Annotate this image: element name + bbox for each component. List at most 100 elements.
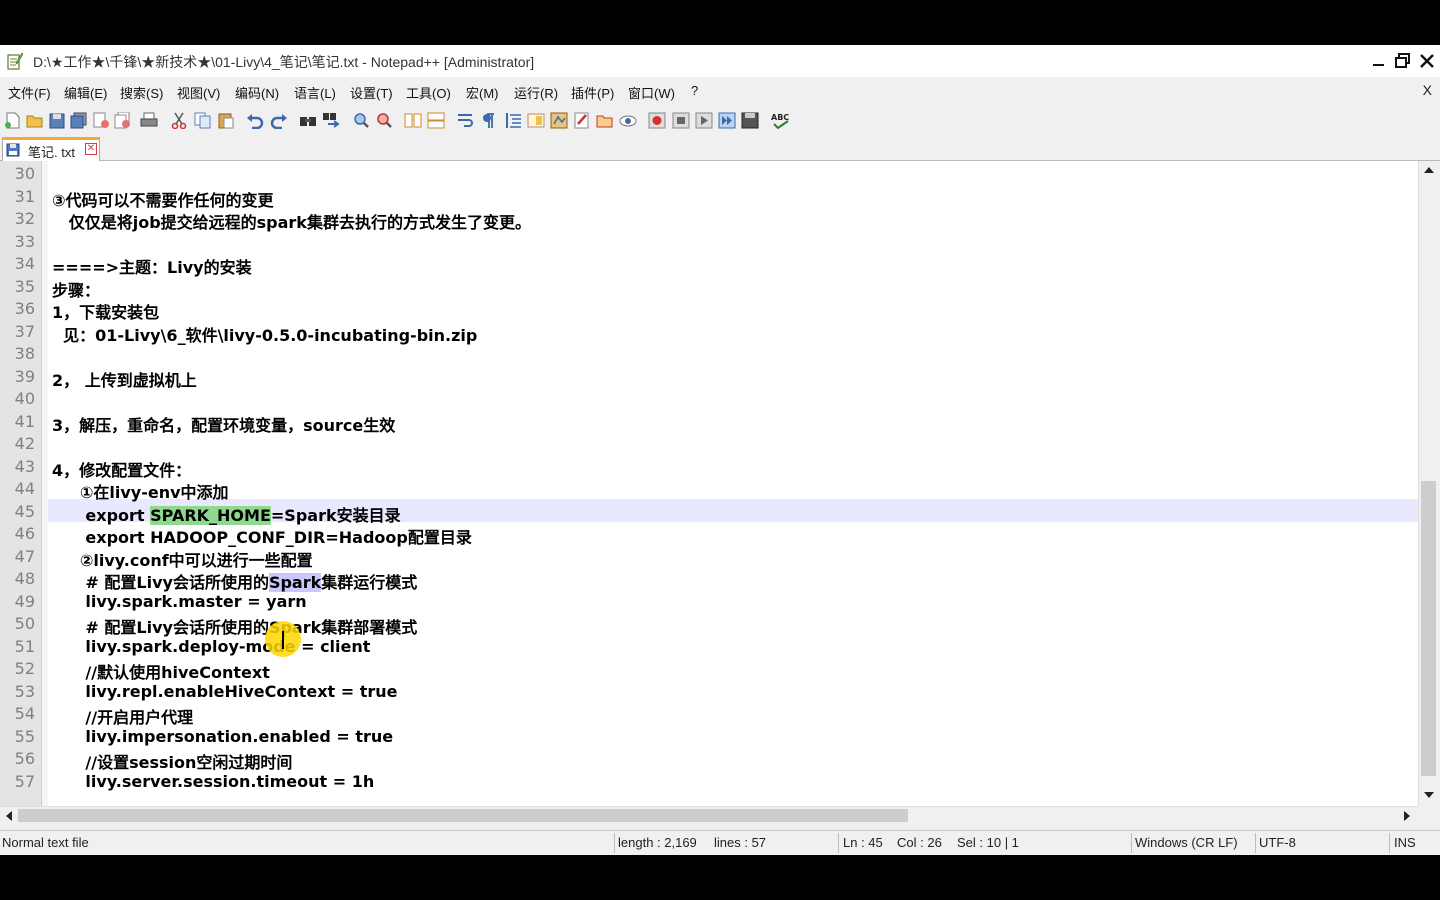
menu-help[interactable]: ? [691,83,698,98]
undo-icon[interactable] [246,112,264,129]
code-line[interactable]: livy.server.session.timeout = 1h [52,772,374,791]
code-line[interactable]: # 配置Livy会话所使用的Spark集群部署模式 [52,614,417,638]
status-column: Col : 26 [897,835,942,850]
show-all-chars-icon[interactable] [479,112,497,129]
print-icon[interactable] [140,112,158,129]
minimize-button[interactable] [1368,50,1390,72]
code-line[interactable]: ③代码可以不需要作任何的变更 [52,187,274,211]
close-all-icon[interactable] [114,112,132,129]
fold-margin[interactable] [42,161,48,806]
code-text: 集群运行模式 [321,573,418,592]
indent-guide-icon[interactable] [505,112,523,129]
monitoring-icon[interactable] [619,112,637,129]
code-line[interactable]: ====>主题：Livy的安装 [52,254,252,278]
scroll-left-button[interactable] [0,807,18,825]
doc-switcher-icon[interactable] [596,112,614,129]
text-editor[interactable]: 30 31 32 33 34 35 36 37 38 39 40 41 42 43 44 45 46 47 48 49… [0,161,1418,806]
scroll-down-button[interactable] [1420,786,1438,804]
menu-macro[interactable]: 宏(M) [466,83,499,102]
sync-horizontal-icon[interactable] [427,112,445,129]
status-length: length : 2,169 [618,835,697,850]
line-number: 33 [14,231,35,251]
folder-workspace-icon[interactable] [573,112,591,129]
tab-close-icon[interactable]: ✕ [85,143,97,155]
code-line[interactable]: //默认使用hiveContext [52,659,269,683]
new-file-icon[interactable] [4,112,22,129]
menu-edit[interactable]: 编辑(E) [64,83,107,102]
menu-encoding[interactable]: 编码(N) [235,83,279,102]
zoom-in-icon[interactable] [352,112,370,129]
menu-run[interactable]: 运行(R) [514,83,558,102]
code-line[interactable]: 1，下载安装包 [52,299,159,323]
zoom-out-icon[interactable] [375,112,393,129]
close-window-button[interactable] [1416,50,1438,72]
code-line[interactable]: 4，修改配置文件： [52,457,191,481]
code-line[interactable]: 仅仅是将job提交给远程的spark集群去执行的方式发生了变更。 [52,209,531,233]
scroll-right-button[interactable] [1398,807,1416,825]
code-line[interactable]: 2， 上传到虚拟机上 [52,367,197,391]
code-line[interactable]: livy.spark.deploy-mode = client [52,637,370,656]
sync-vertical-icon[interactable] [404,112,422,129]
code-text: export [52,505,151,525]
menu-language[interactable]: 语言(L) [294,83,336,102]
word-wrap-icon[interactable] [456,112,474,129]
close-icon [1420,54,1434,68]
code-line[interactable]: # 配置Livy会话所使用的Spark集群运行模式 [52,569,417,593]
code-line[interactable]: export SPARK_HOME=Spark安装目录 [52,502,401,526]
save-icon[interactable] [48,112,66,129]
menu-tools[interactable]: 工具(O) [406,83,451,102]
open-file-icon[interactable] [26,112,44,129]
code-line[interactable]: 3，解压，重命名，配置环境变量，source生效 [52,412,395,436]
menu-settings[interactable]: 设置(T) [350,83,393,102]
doc-map-icon[interactable] [527,112,545,129]
code-line[interactable]: export HADOOP_CONF_DIR=Hadoop配置目录 [52,524,471,548]
paste-icon[interactable] [217,112,235,129]
replace-icon[interactable] [322,112,340,129]
function-list-icon[interactable] [550,112,568,129]
code-line[interactable]: ②livy.conf中可以进行一些配置 [52,547,313,571]
restore-button[interactable] [1392,50,1414,72]
code-text: =Spark安装目录 [270,505,401,525]
vertical-scroll-thumb[interactable] [1421,481,1436,776]
menu-window[interactable]: 窗口(W) [628,83,675,102]
menu-view[interactable]: 视图(V) [177,83,220,102]
status-selection: Sel : 10 | 1 [957,835,1019,850]
code-line[interactable]: //开启用户代理 [52,704,193,728]
horizontal-scroll-thumb[interactable] [18,809,908,822]
redo-icon[interactable] [270,112,288,129]
scroll-up-button[interactable] [1420,161,1438,179]
vertical-scrollbar[interactable] [1418,161,1438,806]
code-line[interactable]: livy.impersonation.enabled = true [52,727,393,746]
copy-icon[interactable] [194,112,212,129]
menu-plugins[interactable]: 插件(P) [571,83,614,102]
code-line[interactable]: 见：01-Livy\6_软件\livy-0.5.0-incubating-bin… [52,322,477,346]
stop-record-icon[interactable] [672,112,690,129]
save-macro-icon[interactable] [741,112,759,129]
menu-search[interactable]: 搜索(S) [120,83,163,102]
toolbar: ABC [0,105,1440,135]
code-line[interactable]: livy.repl.enableHiveContext = true [52,682,397,701]
code-line[interactable]: 步骤： [52,277,100,301]
minimize-icon [1373,64,1384,66]
cut-icon[interactable] [170,112,188,129]
horizontal-scrollbar[interactable] [0,806,1418,824]
line-number: 32 [14,209,35,228]
status-separator [1255,833,1256,853]
line-number: 41 [14,411,35,431]
run-macro-multiple-icon[interactable] [718,112,736,129]
line-number: 48 [14,569,35,588]
code-line[interactable]: livy.spark.master = yarn [52,592,306,611]
code-line[interactable]: ①在livy-env中添加 [52,479,229,503]
save-all-icon[interactable] [70,112,88,129]
spell-check-icon[interactable]: ABC [771,112,789,129]
tab-notes-txt[interactable]: 笔记. txt ✕ [2,137,100,161]
menu-file[interactable]: 文件(F) [8,83,51,102]
tab-label: 笔记. txt [28,145,75,160]
close-file-icon[interactable] [92,112,110,129]
code-line[interactable]: //设置session空闲过期时间 [52,749,292,773]
highlighted-word: Spark [268,573,322,592]
record-macro-icon[interactable] [648,112,666,129]
find-icon[interactable] [299,112,317,129]
play-macro-icon[interactable] [695,112,713,129]
close-document-button[interactable]: X [1423,82,1432,98]
